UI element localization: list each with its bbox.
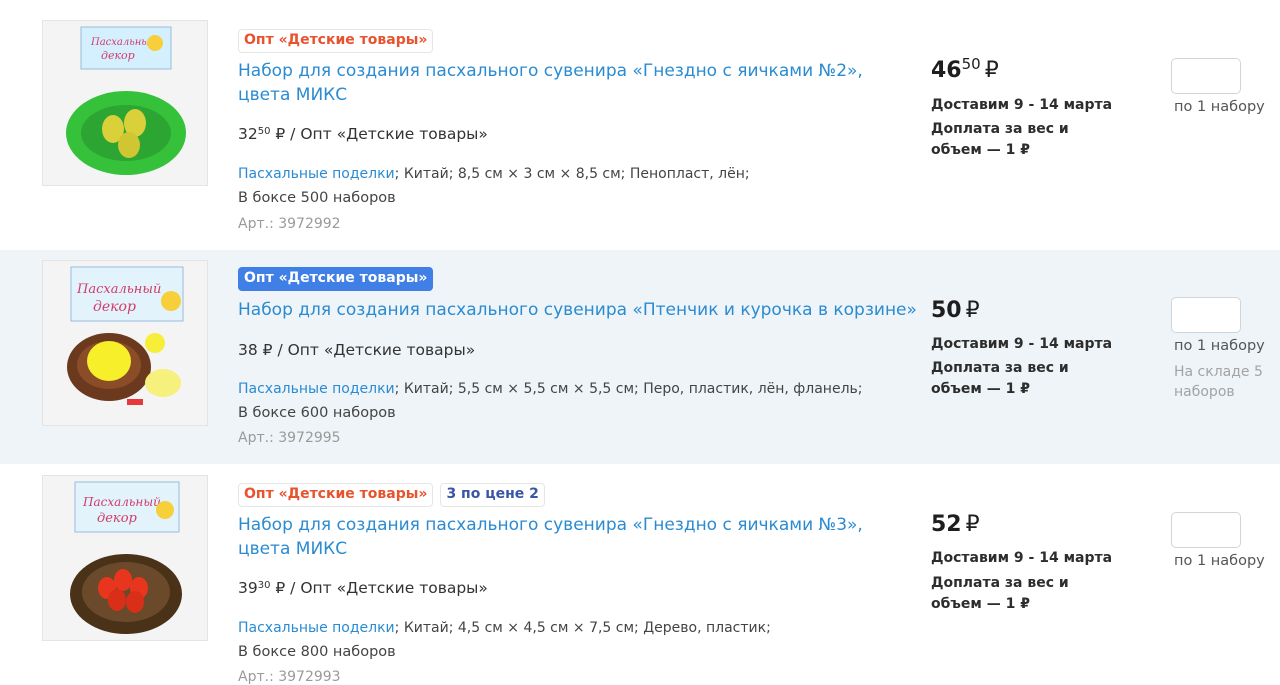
delivery-date: Доставим 9 - 14 марта [931, 550, 1113, 566]
quantity-input[interactable] [1171, 297, 1241, 333]
product-price: 52 ₽ [931, 512, 980, 537]
extra-charge-note: Доплата за вес и объем — 1 ₽ [931, 121, 1069, 158]
product-title-link[interactable]: Набор для создания пасхального сувенира … [238, 59, 918, 107]
wholesale-badge[interactable]: Опт «Детские товары» [238, 267, 434, 291]
article-number: Арт.: 3972995 [238, 430, 341, 446]
svg-text:декор: декор [97, 511, 138, 526]
svg-text:декор: декор [101, 49, 135, 62]
wholesale-price-main: 39 [238, 579, 258, 597]
wholesale-price: 3250 ₽ / Опт «Детские товары» [238, 125, 488, 143]
currency-sign: ₽ [984, 58, 999, 83]
product-title-link[interactable]: Набор для создания пасхального сувенира … [238, 513, 918, 561]
box-quantity: В боксе 600 наборов [238, 405, 396, 421]
delivery-date: Доставим 9 - 14 марта [931, 97, 1113, 113]
wholesale-price-label: ₽ / Опт «Детские товары» [270, 125, 488, 143]
category-link[interactable]: Пасхальные поделки [238, 620, 395, 636]
product-properties: Пасхальные поделки; Китай; 8,5 см × 3 см… [238, 166, 750, 182]
product-row: Пасхальный декор Опт «Детские товары» На… [0, 0, 1280, 248]
product-image-chick-nest[interactable]: Пасхальный декор [42, 260, 208, 426]
per-unit-label: по 1 набору [1174, 99, 1265, 115]
badge-group: Опт «Детские товары» 3 по цене 2 [238, 483, 545, 507]
wholesale-badge[interactable]: Опт «Детские товары» [238, 29, 434, 53]
wholesale-price-kopecks: 50 [257, 126, 271, 137]
properties-text: ; Китай; 4,5 см × 4,5 см × 7,5 см; Дерев… [394, 620, 771, 636]
product-title-link[interactable]: Набор для создания пасхального сувенира … [238, 298, 918, 322]
svg-text:декор: декор [93, 299, 136, 315]
wholesale-price-label: ₽ / Опт «Детские товары» [257, 341, 476, 359]
quantity-input[interactable] [1171, 58, 1241, 94]
product-row: Пасхальный декор Опт «Детские товары» 3 … [0, 466, 1280, 685]
currency-sign: ₽ [965, 298, 980, 323]
delivery-date: Доставим 9 - 14 марта [931, 336, 1113, 352]
category-link[interactable]: Пасхальные поделки [238, 166, 395, 182]
product-row: Пасхальный декор Опт «Детские товары» На… [0, 250, 1280, 464]
svg-text:Пасхальный: Пасхальный [90, 37, 156, 48]
category-link[interactable]: Пасхальные поделки [238, 381, 395, 397]
per-unit-label: по 1 набору [1174, 553, 1265, 569]
per-unit-label: по 1 набору [1174, 338, 1265, 354]
product-image-red-eggs-nest[interactable]: Пасхальный декор [42, 475, 208, 641]
extra-charge-note: Доплата за вес и объем — 1 ₽ [931, 575, 1069, 612]
badge-group: Опт «Детские товары» [238, 29, 434, 53]
price-main: 52 [931, 512, 962, 537]
box-quantity: В боксе 800 наборов [238, 644, 396, 660]
quantity-input[interactable] [1171, 512, 1241, 548]
product-price: 4650 ₽ [931, 55, 999, 83]
price-kopecks: 50 [961, 55, 981, 73]
product-properties: Пасхальные поделки; Китай; 5,5 см × 5,5 … [238, 381, 863, 397]
product-properties: Пасхальные поделки; Китай; 4,5 см × 4,5 … [238, 620, 771, 636]
svg-text:Пасхальный: Пасхальный [76, 282, 161, 297]
product-image-easter-nest[interactable]: Пасхальный декор [42, 20, 208, 186]
wholesale-price-kopecks: 30 [257, 580, 271, 591]
wholesale-price: 3930 ₽ / Опт «Детские товары» [238, 579, 488, 597]
price-main: 46 [931, 58, 962, 83]
wholesale-price-label: ₽ / Опт «Детские товары» [270, 579, 488, 597]
badge-group: Опт «Детские товары» [238, 267, 434, 291]
promo-badge[interactable]: 3 по цене 2 [440, 483, 545, 507]
extra-charge-note: Доплата за вес и объем — 1 ₽ [931, 360, 1069, 397]
stock-info: На складе 5 наборов [1174, 364, 1263, 400]
wholesale-price: 38 ₽ / Опт «Детские товары» [238, 341, 475, 359]
wholesale-price-main: 38 [238, 341, 258, 359]
properties-text: ; Китай; 5,5 см × 5,5 см × 5,5 см; Перо,… [394, 381, 863, 397]
svg-text:Пасхальный: Пасхальный [82, 495, 161, 509]
box-quantity: В боксе 500 наборов [238, 190, 396, 206]
currency-sign: ₽ [965, 512, 980, 537]
wholesale-price-main: 32 [238, 125, 258, 143]
price-main: 50 [931, 298, 962, 323]
product-price: 50 ₽ [931, 298, 980, 323]
article-number: Арт.: 3972992 [238, 216, 341, 232]
wholesale-badge[interactable]: Опт «Детские товары» [238, 483, 434, 507]
article-number: Арт.: 3972993 [238, 669, 341, 685]
properties-text: ; Китай; 8,5 см × 3 см × 8,5 см; Пенопла… [394, 166, 750, 182]
